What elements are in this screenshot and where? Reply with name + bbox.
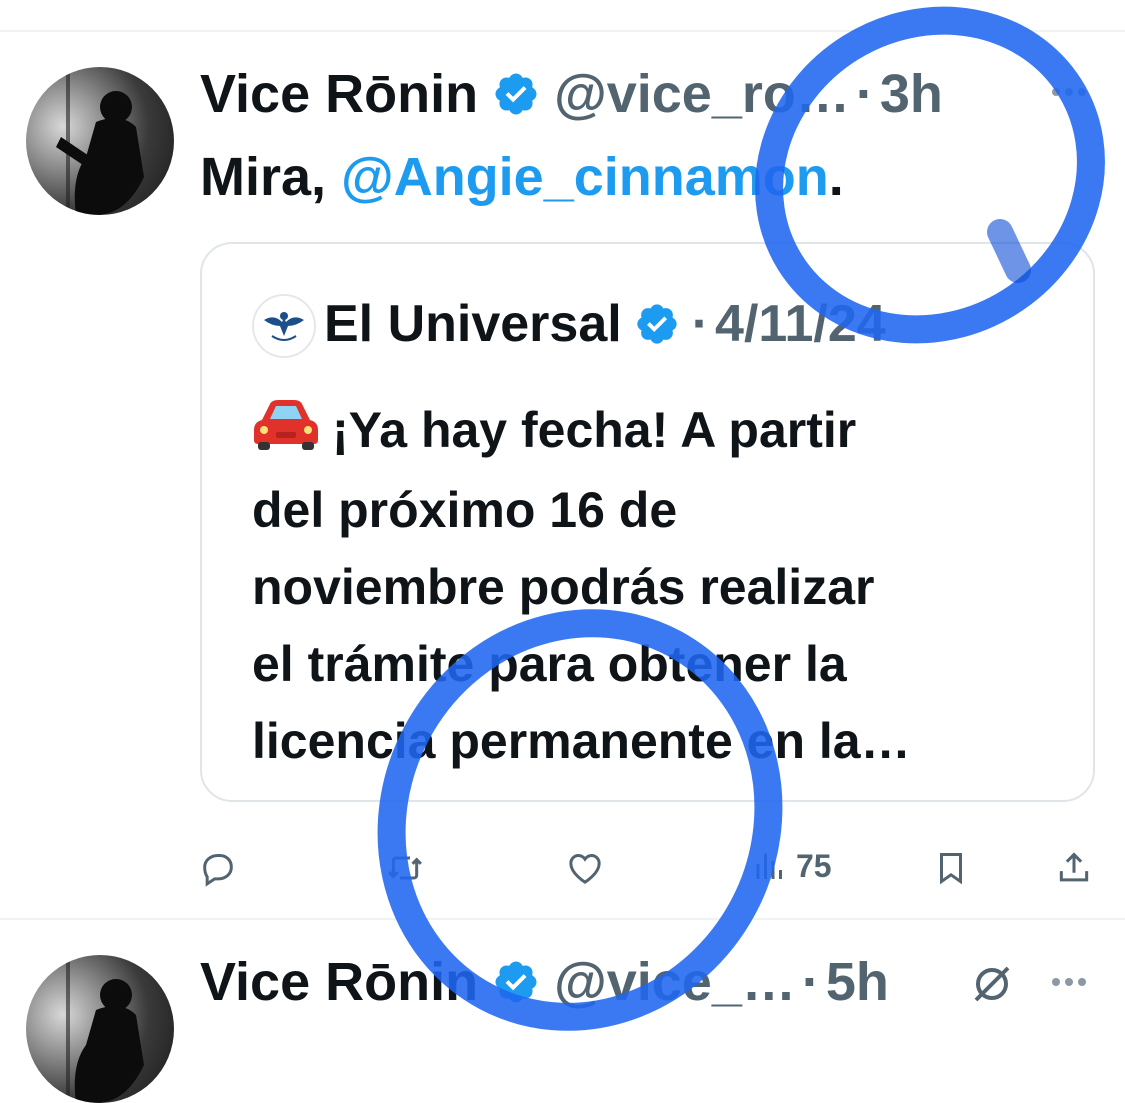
quote-line: ¡Ya hay fecha! A partir	[252, 392, 911, 472]
avatar[interactable]	[26, 67, 174, 215]
quoted-tweet-card[interactable]: El Universal · 4/11/24 ¡Ya hay fecha! A …	[200, 242, 1095, 802]
retweet-icon	[388, 856, 422, 880]
bookmark-button[interactable]	[932, 848, 970, 888]
quote-separator: ·	[691, 295, 710, 353]
avatar-silhouette-icon	[66, 955, 144, 1103]
separator: ·	[801, 952, 820, 1012]
tweet-text: Mira, @Angie_cinnamon.	[200, 146, 844, 208]
quote-text: ¡Ya hay fecha! A partir del próximo 16 d…	[252, 392, 911, 780]
reply-icon	[203, 854, 233, 887]
tweet-text-suffix: .	[828, 147, 844, 207]
timestamp[interactable]: 5h	[826, 951, 889, 1013]
el-universal-logo-icon	[252, 294, 316, 358]
quote-line-5: licencia permanente en la…	[252, 713, 911, 770]
views-icon	[756, 853, 782, 879]
handle[interactable]: @vice_…	[554, 951, 796, 1013]
bookmark-icon	[939, 853, 963, 885]
tweet-header: Vice Rōnin @vice_… · 5h	[200, 950, 889, 1014]
tweet-action-bar: 75	[0, 840, 1125, 900]
no-symbol-icon	[974, 966, 1010, 1002]
verified-badge-icon	[634, 301, 680, 347]
top-divider	[0, 30, 1125, 32]
more-options-icon[interactable]	[1052, 88, 1086, 96]
views-button[interactable]: 75	[752, 848, 832, 885]
car-icon	[252, 395, 320, 472]
quote-line-3: noviembre podrás realizar	[252, 559, 875, 616]
reply-button[interactable]	[198, 848, 238, 888]
muted-indicator[interactable]	[968, 960, 1016, 1008]
tweet-text-prefix: Mira,	[200, 147, 342, 207]
heart-icon	[569, 853, 601, 884]
display-name[interactable]: Vice Rōnin	[200, 951, 478, 1013]
quote-line-1: ¡Ya hay fecha! A partir	[332, 402, 857, 458]
avatar[interactable]	[26, 955, 174, 1103]
views-count: 75	[796, 848, 832, 884]
share-icon	[1059, 852, 1089, 882]
share-button[interactable]	[1055, 848, 1093, 888]
mention-link[interactable]: @Angie_cinnamon	[341, 147, 829, 207]
like-button[interactable]	[565, 848, 605, 888]
handle[interactable]: @vice_ro…	[554, 63, 850, 125]
timestamp[interactable]: 3h	[880, 63, 943, 125]
tweet-divider	[0, 918, 1125, 920]
separator: ·	[855, 64, 874, 124]
quote-line-2: del próximo 16 de	[252, 482, 678, 539]
more-options-icon[interactable]	[1052, 978, 1086, 986]
retweet-button[interactable]	[384, 848, 426, 888]
quote-source-name[interactable]: El Universal	[324, 294, 622, 354]
verified-badge-icon	[492, 70, 540, 118]
tweet-header: Vice Rōnin @vice_ro… · 3h	[200, 62, 943, 126]
quote-line-4: el trámite para obtener la	[252, 636, 847, 693]
display-name[interactable]: Vice Rōnin	[200, 63, 478, 125]
quote-date[interactable]: 4/11/24	[715, 294, 886, 354]
quote-header: El Universal · 4/11/24	[324, 292, 886, 356]
avatar-silhouette-icon	[56, 67, 144, 215]
verified-badge-icon	[492, 958, 540, 1006]
